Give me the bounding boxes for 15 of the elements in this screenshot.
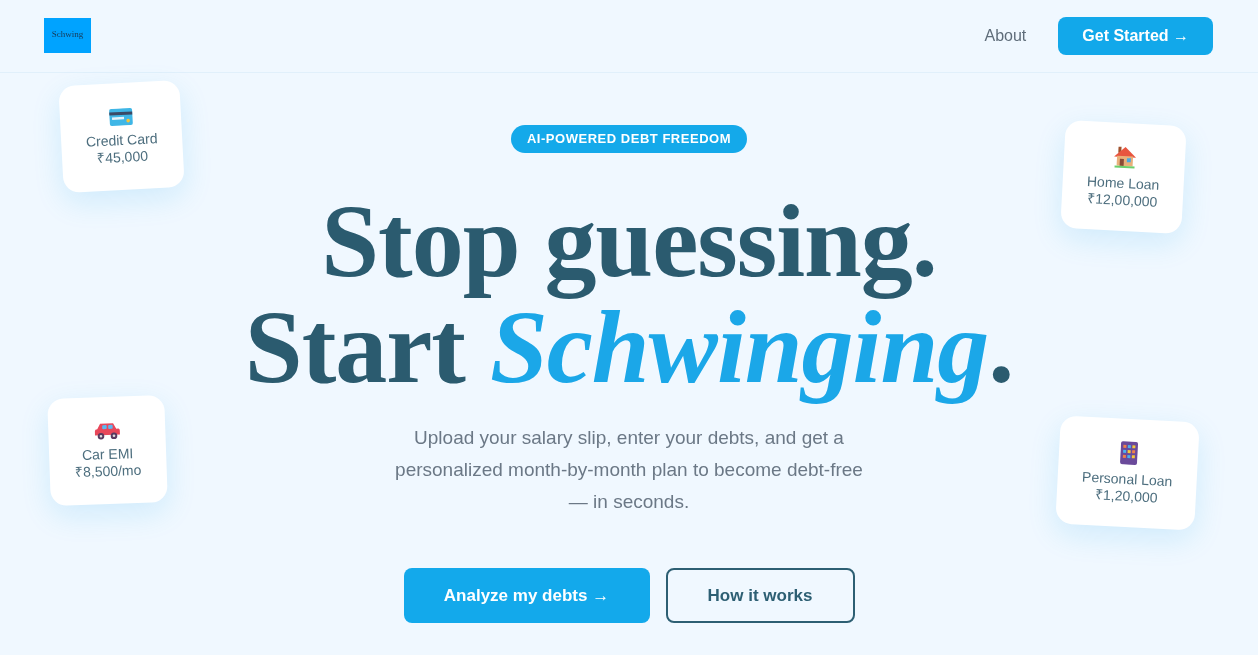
how-it-works-button[interactable]: How it works — [665, 568, 855, 623]
card-label: Car EMI — [81, 444, 134, 464]
card-label: Home Loan — [1086, 173, 1160, 193]
badge: AI-POWERED DEBT FREEDOM — [510, 125, 748, 153]
car-icon — [93, 421, 121, 440]
credit-card-icon — [108, 106, 133, 127]
keypad-icon — [1118, 440, 1139, 466]
nav-link[interactable]: About — [984, 24, 1027, 48]
analyze-button[interactable]: Analyze my debts → — [403, 568, 650, 623]
get-started-button[interactable]: Get Started → — [1058, 17, 1213, 55]
card-amount: ₹8,500/mo — [74, 461, 142, 481]
subtitle: Upload your salary slip, enter your debts, and get a personalized month-by-month plan to become debt-free — in seconds. — [394, 426, 864, 514]
house-icon — [1111, 144, 1138, 170]
card-amount: ₹12,00,000 — [1086, 190, 1158, 211]
logo[interactable]: Schwing — [44, 17, 91, 53]
